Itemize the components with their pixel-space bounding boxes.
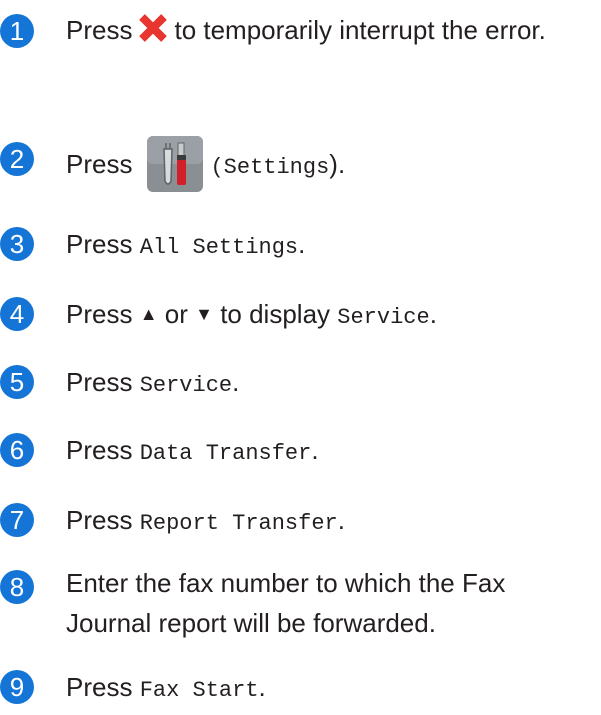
or-label: or (164, 299, 188, 329)
step-punct: . (337, 505, 345, 535)
step-text: Press ▲ or ▼ to display Service. (66, 290, 591, 342)
step-text: Enter the fax number to which the Fax Jo… (66, 568, 506, 638)
step-instruction: to display (220, 299, 331, 329)
press-label: Press (66, 149, 133, 179)
press-label: Press (66, 435, 133, 465)
step-punct: . (429, 299, 437, 329)
press-label: Press (66, 367, 133, 397)
step-instruction: to temporarily interrupt the error. (174, 15, 546, 45)
menu-item-code: All Settings (139, 235, 299, 260)
step-punct: . (298, 229, 306, 259)
step-text: Press Service. (66, 358, 591, 410)
menu-item-code: Service (337, 305, 430, 330)
up-arrow-icon[interactable]: ▲ (140, 304, 158, 324)
step-number: 4 (0, 297, 34, 331)
press-label: Press (66, 505, 133, 535)
x-icon[interactable] (138, 10, 168, 42)
menu-item-code: Report Transfer (139, 511, 338, 536)
step-number: 7 (0, 503, 34, 537)
step-number: 8 (0, 570, 34, 604)
step-punct: ). (329, 149, 346, 179)
down-arrow-icon[interactable]: ▼ (195, 304, 213, 324)
step-text: Press (Settings). (66, 135, 591, 193)
step-number: 3 (0, 227, 34, 261)
step-number: 5 (0, 365, 34, 399)
menu-item-code: Fax Start (139, 678, 259, 703)
step-number: 2 (0, 142, 34, 176)
step-number: 6 (0, 433, 34, 467)
step-text: Press Data Transfer. (66, 426, 591, 478)
press-label: Press (66, 299, 133, 329)
step-punct: . (258, 672, 266, 702)
press-label: Press (66, 229, 133, 259)
press-label: Press (66, 672, 133, 702)
settings-label: (Settings (210, 155, 330, 180)
press-label: Press (66, 15, 133, 45)
step-number: 9 (0, 670, 34, 704)
step-punct: . (311, 435, 319, 465)
step-text: Press to temporarily interrupt the error. (66, 6, 591, 54)
step-number: 1 (0, 14, 34, 48)
step-punct: . (232, 367, 240, 397)
menu-item-code: Data Transfer (139, 441, 312, 466)
menu-item-code: Service (139, 373, 233, 398)
step-text: Press Fax Start. (66, 663, 591, 715)
step-text: Press All Settings. (66, 220, 591, 272)
settings-icon[interactable] (146, 135, 204, 193)
step-text: Press Report Transfer. (66, 496, 591, 548)
